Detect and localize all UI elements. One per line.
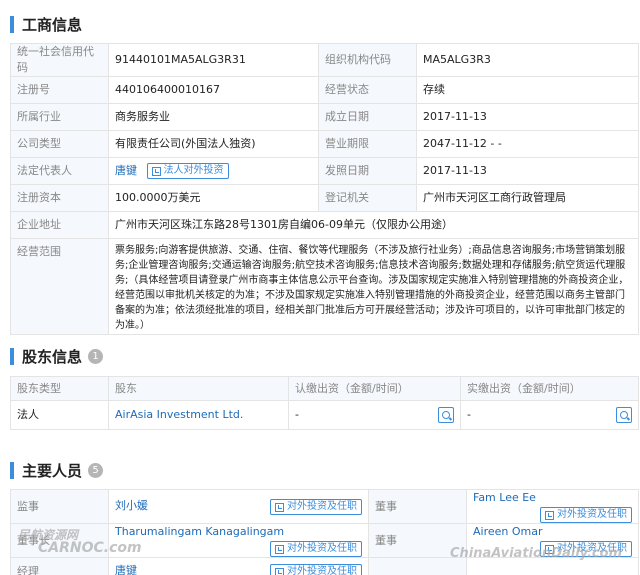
field-label: 登记机关 [318,184,417,212]
shareholders-header: 股东信息 1 [0,344,104,368]
legal-rep-cell: 唐键 法人对外投资 [108,157,319,185]
person-cell: Fam Lee Ee 对外投资及任职 [466,489,639,524]
table-row: 法人 AirAsia Investment Ltd. - - [10,400,639,430]
investment-roles-button[interactable]: 对外投资及任职 [540,507,632,523]
button-label: 法人对外投资 [163,165,224,176]
field-label: 经营状态 [318,76,417,104]
section-accent-bar [10,15,14,33]
table-row: 所属行业 商务服务业 成立日期 2017-11-13 [10,103,639,131]
shareholder-type: 法人 [10,400,109,430]
shareholders-table: 股东类型 股东 认缴出资（金额/时间） 实缴出资（金额/时间） 法人 AirAs… [10,376,639,430]
person-link[interactable]: Fam Lee Ee [473,491,536,504]
button-label: 对外投资及任职 [287,543,357,554]
field-value: 有限责任公司(外国法人独资) [108,130,319,158]
section-accent-bar [10,347,14,365]
section-title: 工商信息 [22,15,83,34]
person-cell: 刘小媛 对外投资及任职 [108,489,369,524]
personnel-count-badge: 5 [88,462,104,478]
table-header-row: 股东类型 股东 认缴出资（金额/时间） 实缴出资（金额/时间） [10,376,639,401]
field-value: 2017-11-13 [416,157,639,185]
field-label: 注册资本 [10,184,109,212]
column-header: 股东 [108,376,289,401]
subscribed-capital-cell: - [288,400,461,430]
field-value: 91440101MA5ALG3R31 [108,43,319,77]
field-label: 注册号 [10,76,109,104]
person-link[interactable]: 唐键 [115,564,137,575]
button-label: 对外投资及任职 [557,509,627,520]
paid-capital: - [467,408,471,421]
table-row: 公司类型 有限责任公司(外国法人独资) 营业期限 2047-11-12 - - [10,130,639,158]
table-row: 法定代表人 唐键 法人对外投资 发照日期 2017-11-13 [10,157,639,185]
person-cell: Tharumalingam Kanagalingam 对外投资及任职 [108,523,369,558]
watermark-left-en: CARNOC.com [38,540,142,556]
shareholder-link[interactable]: AirAsia Investment Ltd. [115,408,243,421]
person-link[interactable]: Aireen Omar [473,525,543,538]
field-label: 公司类型 [10,130,109,158]
shareholder-name-cell: AirAsia Investment Ltd. [108,400,289,430]
search-icon[interactable] [438,407,454,423]
investment-roles-button[interactable]: 对外投资及任职 [270,564,362,575]
field-value: 商务服务业 [108,103,319,131]
section-title: 主要人员 [22,461,83,480]
field-label: 所属行业 [10,103,109,131]
field-value: 2017-11-13 [416,103,639,131]
field-label: 发照日期 [318,157,417,185]
field-value: MA5ALG3R3 [416,43,639,77]
key-personnel-table: 监事 刘小媛 对外投资及任职 董事 Fam Lee Ee 对外投资及任职 董事长… [10,489,639,575]
watermark-right: ChinaAviationDaily.com [450,546,623,561]
field-value: 广州市天河区工商行政管理局 [416,184,639,212]
field-value: 100.0000万美元 [108,184,319,212]
legal-rep-link[interactable]: 唐键 [115,164,137,177]
table-row: 经营范围 票务服务;向游客提供旅游、交通、住宿、餐饮等代理服务（不涉及旅行社业务… [10,238,639,335]
field-label: 法定代表人 [10,157,109,185]
person-cell: 唐键 对外投资及任职 [108,557,369,575]
table-row: 注册号 440106400010167 经营状态 存续 [10,76,639,104]
investment-icon [545,510,554,520]
paid-capital-cell: - [460,400,639,430]
section-title: 股东信息 [22,347,83,366]
table-row: 企业地址 广州市天河区珠江东路28号1301房自编06-09单元（仅限办公用途） [10,211,639,239]
field-label: 组织机构代码 [318,43,417,77]
business-scope-value: 票务服务;向游客提供旅游、交通、住宿、餐饮等代理服务（不涉及旅行社业务）;商品信… [108,238,639,335]
key-personnel-header: 主要人员 5 [0,458,104,482]
subscribed-capital: - [295,408,299,421]
business-info-header: 工商信息 [0,12,82,36]
investment-icon [275,544,284,554]
search-icon[interactable] [616,407,632,423]
investment-roles-button[interactable]: 对外投资及任职 [270,499,362,515]
field-label: 企业地址 [10,211,109,239]
field-value: 2047-11-12 - - [416,130,639,158]
button-label: 对外投资及任职 [287,566,357,575]
field-value: 存续 [416,76,639,104]
person-link[interactable]: Tharumalingam Kanagalingam [115,525,284,538]
column-header: 实缴出资（金额/时间） [460,376,639,401]
section-accent-bar [10,461,14,479]
role-label: 董事 [368,489,467,524]
column-header: 认缴出资（金额/时间） [288,376,461,401]
investment-icon [275,567,284,575]
business-info-table: 统一社会信用代码 91440101MA5ALG3R31 组织机构代码 MA5AL… [10,43,639,335]
table-row: 注册资本 100.0000万美元 登记机关 广州市天河区工商行政管理局 [10,184,639,212]
person-link[interactable]: 刘小媛 [115,499,148,512]
column-header: 股东类型 [10,376,109,401]
role-label: 监事 [10,489,109,524]
field-label: 经营范围 [10,238,109,335]
field-label: 营业期限 [318,130,417,158]
button-label: 对外投资及任职 [287,501,357,512]
table-row: 统一社会信用代码 91440101MA5ALG3R31 组织机构代码 MA5AL… [10,43,639,77]
investment-icon [151,166,161,176]
field-label: 统一社会信用代码 [10,43,109,77]
role-label: 经理 [10,557,109,575]
field-value: 440106400010167 [108,76,319,104]
investment-icon [275,502,284,512]
table-row: 监事 刘小媛 对外投资及任职 董事 Fam Lee Ee 对外投资及任职 [10,489,639,524]
investment-roles-button[interactable]: 对外投资及任职 [270,541,362,557]
legal-rep-investment-button[interactable]: 法人对外投资 [146,163,229,179]
shareholder-count-badge: 1 [88,348,104,364]
address-value: 广州市天河区珠江东路28号1301房自编06-09单元（仅限办公用途） [108,211,639,239]
field-label: 成立日期 [318,103,417,131]
